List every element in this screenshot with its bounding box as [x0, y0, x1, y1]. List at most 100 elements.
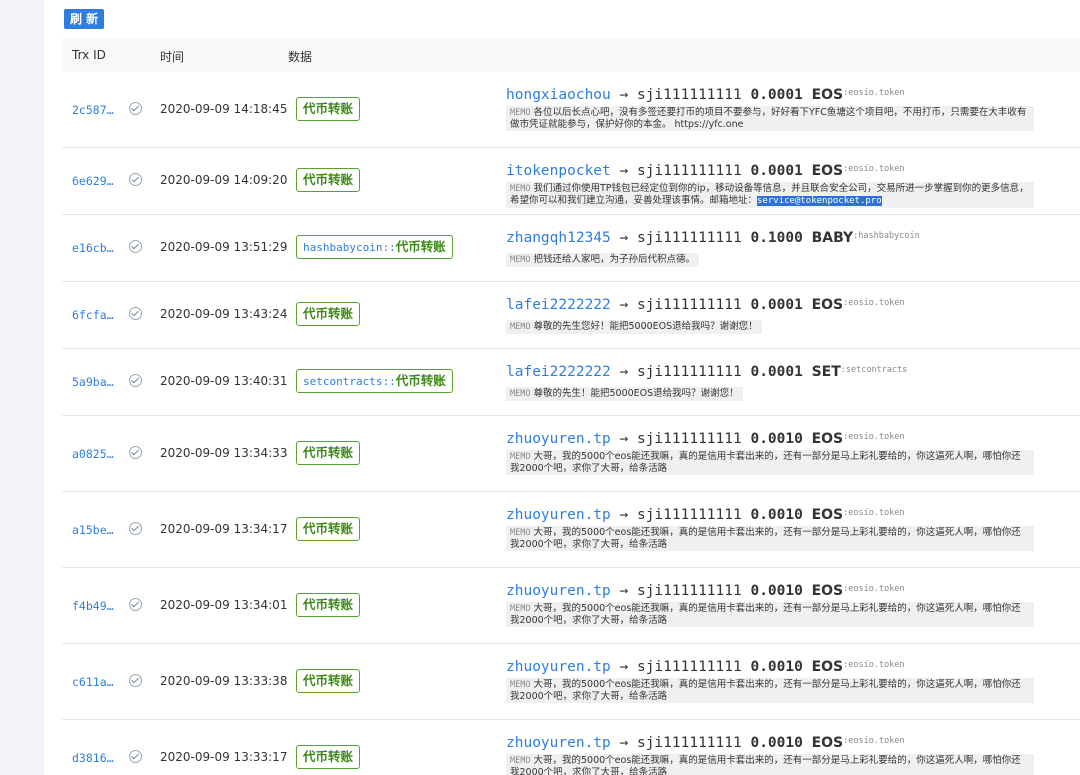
arrow-right-icon: → [619, 431, 629, 447]
from-account-link[interactable]: hongxiaochou [506, 87, 611, 103]
check-circle-icon [129, 522, 142, 535]
table-header: Trx ID 时间 数据 [62, 39, 1080, 72]
amount: 0.0010 [750, 583, 803, 599]
tag-action: 代币转账 [303, 306, 354, 321]
table-row: c611a… 2020-09-09 13:33:38 代币转账 zhuoyuren.t… [62, 644, 1080, 720]
memo-text: 尊敬的先生！能把5000EOS退给我吗？谢谢您！ [533, 388, 739, 399]
action-tag: 代币转账 [296, 302, 361, 326]
trx-id-link[interactable]: e16cb… [72, 241, 114, 255]
memo-text: 各位以后长点心吧，没有多签还要打币的项目不要参与，好好看下YFC鱼塘这个项目吧，… [510, 107, 1027, 130]
transfer-line: itokenpocket → sji111111111 0.0001 EOS:e… [506, 160, 1080, 180]
from-account-link[interactable]: zhangqh12345 [506, 230, 611, 246]
arrow-right-icon: → [619, 583, 629, 599]
from-account-link[interactable]: zhuoyuren.tp [506, 507, 611, 523]
tx-data: zhuoyuren.tp → sji111111111 0.0010 EOS:e… [506, 428, 1080, 475]
memo-text: 尊敬的先生您好！能把5000EOS退给我吗？谢谢您！ [533, 321, 758, 332]
action-tag: 代币转账 [296, 168, 361, 192]
token-contract: :eosio.token [843, 88, 905, 98]
table-row: 2c587… 2020-09-09 14:18:45 代币转账 hongxiaocho… [62, 72, 1080, 148]
tag-contract: setcontracts:: [303, 375, 396, 388]
memo-label: MEMO [510, 452, 531, 462]
check-circle-icon [129, 446, 142, 459]
tx-data: zhuoyuren.tp → sji111111111 0.0010 EOS:e… [506, 732, 1080, 775]
tx-data: itokenpocket → sji111111111 0.0001 EOS:e… [506, 160, 1080, 208]
token-contract: :setcontracts [840, 365, 908, 375]
trx-id-link[interactable]: 6e629… [72, 174, 114, 188]
token-symbol: EOS [811, 735, 844, 751]
token-symbol: SET [811, 364, 841, 380]
token-symbol: EOS [811, 507, 844, 523]
trx-id-link[interactable]: f4b49… [72, 599, 114, 613]
from-account-link[interactable]: lafei2222222 [506, 297, 611, 313]
token-symbol: EOS [811, 87, 844, 103]
trx-id-link[interactable]: a0825… [72, 447, 114, 461]
tx-data: lafei2222222 → sji111111111 0.0001 SET:s… [506, 361, 1080, 401]
tx-time: 2020-09-09 13:34:33 [160, 446, 288, 460]
token-contract: :eosio.token [843, 164, 905, 174]
action-tag: 代币转账 [296, 745, 361, 769]
action-tag: 代币转账 [296, 97, 361, 121]
to-account: sji111111111 [636, 431, 742, 447]
amount: 0.0010 [750, 735, 803, 751]
amount: 0.1000 [750, 230, 803, 246]
amount: 0.0001 [750, 297, 803, 313]
to-account: sji111111111 [636, 659, 742, 675]
arrow-right-icon: → [619, 507, 629, 523]
transfer-line: hongxiaochou → sji111111111 0.0001 EOS:e… [506, 84, 1080, 104]
tag-action: 代币转账 [303, 521, 354, 536]
trx-id-link[interactable]: c611a… [72, 675, 114, 689]
trx-id-link[interactable]: 5a9ba… [72, 375, 114, 389]
tag-action: 代币转账 [395, 373, 446, 388]
trx-id-link[interactable]: a15be… [72, 523, 114, 537]
from-account-link[interactable]: zhuoyuren.tp [506, 659, 611, 675]
arrow-right-icon: → [619, 297, 629, 313]
memo-text: 大哥，我的5000个eos能还我嘛，真的是信用卡套出来的，还有一部分是马上彩礼要… [510, 755, 1021, 775]
memo-label: MEMO [510, 322, 531, 332]
memo-box: MEMO 尊敬的先生！能把5000EOS退给我吗？谢谢您！ [506, 387, 743, 401]
tag-action: 代币转账 [303, 749, 354, 764]
transfer-line: zhuoyuren.tp → sji111111111 0.0010 EOS:e… [506, 656, 1080, 676]
memo-box: MEMO 各位以后长点心吧，没有多签还要打币的项目不要参与，好好看下YFC鱼塘这个… [506, 106, 1034, 131]
tag-action: 代币转账 [303, 445, 354, 460]
from-account-link[interactable]: itokenpocket [506, 163, 611, 179]
tx-time: 2020-09-09 13:40:31 [160, 374, 288, 388]
transfer-line: zhuoyuren.tp → sji111111111 0.0010 EOS:e… [506, 504, 1080, 524]
tx-time: 2020-09-09 14:09:20 [160, 173, 288, 187]
memo-box: MEMO 大哥，我的5000个eos能还我嘛，真的是信用卡套出来的，还有一部分是马… [506, 754, 1034, 775]
token-contract: :eosio.token [843, 508, 905, 518]
token-contract: :eosio.token [843, 298, 905, 308]
transfer-line: lafei2222222 → sji111111111 0.0001 EOS:e… [506, 294, 1080, 314]
tag-action: 代币转账 [303, 172, 354, 187]
token-contract: :eosio.token [843, 432, 905, 442]
trx-id-link[interactable]: d3816… [72, 751, 114, 765]
transfer-line: lafei2222222 → sji111111111 0.0001 SET:s… [506, 361, 1080, 381]
tx-data: hongxiaochou → sji111111111 0.0001 EOS:e… [506, 84, 1080, 131]
table-row: 6e629… 2020-09-09 14:09:20 代币转账 itokenpocke… [62, 148, 1080, 215]
token-contract: :eosio.token [843, 660, 905, 670]
memo-label: MEMO [510, 528, 531, 538]
tag-action: 代币转账 [303, 101, 354, 116]
arrow-right-icon: → [619, 87, 629, 103]
memo-box: MEMO 尊敬的先生您好！能把5000EOS退给我吗？谢谢您！ [506, 320, 762, 334]
tx-time: 2020-09-09 13:51:29 [160, 240, 288, 254]
refresh-button[interactable]: 刷 新 [64, 9, 105, 29]
token-symbol: EOS [811, 297, 844, 313]
amount: 0.0010 [750, 659, 803, 675]
from-account-link[interactable]: zhuoyuren.tp [506, 735, 611, 751]
token-symbol: EOS [811, 431, 844, 447]
to-account: sji111111111 [636, 507, 742, 523]
tx-time: 2020-09-09 14:18:45 [160, 102, 288, 116]
token-symbol: BABY [811, 230, 854, 246]
action-tag: hashbabycoin::代币转账 [296, 235, 453, 259]
memo-label: MEMO [510, 756, 531, 766]
transfer-line: zhangqh12345 → sji111111111 0.1000 BABY:… [506, 227, 1080, 247]
memo-label: MEMO [510, 389, 531, 399]
check-circle-icon [129, 240, 142, 253]
from-account-link[interactable]: zhuoyuren.tp [506, 583, 611, 599]
from-account-link[interactable]: zhuoyuren.tp [506, 431, 611, 447]
trx-id-link[interactable]: 2c587… [72, 103, 114, 117]
to-account: sji111111111 [636, 583, 742, 599]
from-account-link[interactable]: lafei2222222 [506, 364, 611, 380]
check-circle-icon [129, 102, 142, 115]
trx-id-link[interactable]: 6fcfa… [72, 308, 114, 322]
